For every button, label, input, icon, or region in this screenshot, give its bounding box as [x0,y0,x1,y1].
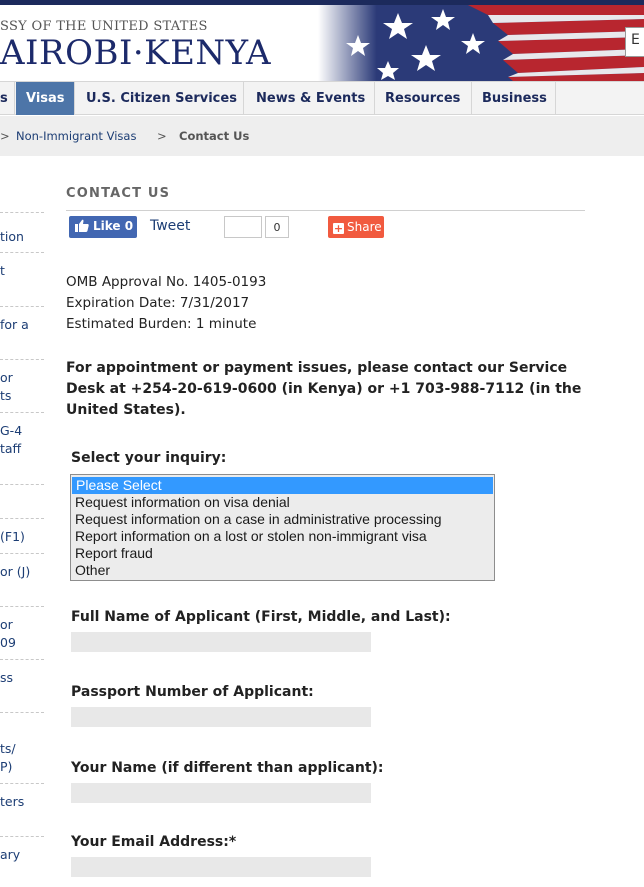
breadcrumb-current: Contact Us [179,129,250,143]
sidebar-item[interactable]: tion [0,229,24,244]
sidebar-divider [0,606,44,607]
sidebar-item[interactable]: or (J) [0,564,30,579]
nav-item-news-events[interactable]: News & Events [244,82,375,115]
service-desk-notice: For appointment or payment issues, pleas… [66,360,582,418]
sidebar-divider [0,553,44,554]
nav-item-business[interactable]: Business [472,82,556,115]
page-title: CONTACT US [66,186,171,201]
share-count: 0 [265,216,289,238]
sidebar-item[interactable]: or [0,617,13,632]
sidebar-divider [0,359,44,360]
search-input[interactable]: E [625,27,644,57]
thumbs-up-icon [75,219,89,232]
inquiry-option[interactable]: Report fraud [71,545,494,562]
sidebar-divider [0,712,44,713]
sidebar-item[interactable]: ts [0,388,11,403]
sidebar-divider [0,412,44,413]
nav-item-partial[interactable]: s [0,82,15,115]
sidebar-divider [0,836,44,837]
inquiry-option[interactable]: Other [71,562,494,579]
sidebar-item[interactable]: ters [0,794,24,809]
breadcrumb: > Non-Immigrant Visas > Contact Us [0,116,644,156]
sidebar-divider [0,659,44,660]
sidebar-item[interactable]: ss [0,670,13,685]
sidebar-item[interactable]: ary [0,847,20,862]
facebook-like-label: Like 0 [93,219,134,233]
title-divider [66,210,585,211]
sidebar-divider [0,252,44,253]
sidebar-item[interactable]: P) [0,759,12,774]
breadcrumb-non-immigrant-visas[interactable]: Non-Immigrant Visas [16,129,136,143]
sidebar-divider [0,306,44,307]
your-name-input[interactable] [71,783,371,803]
sidebar-item[interactable]: taff [0,441,21,456]
us-flag-banner [318,5,644,81]
share-count-box [224,216,262,238]
tweet-button[interactable]: Tweet [150,218,190,234]
inquiry-label: Select your inquiry: [71,450,227,466]
plus-icon: + [333,222,344,235]
full-name-input[interactable] [71,632,371,652]
nav-item-us-citizen-services[interactable]: U.S. Citizen Services [75,82,244,115]
share-button[interactable]: + Share [328,216,384,238]
embassy-subtitle: SSY OF THE UNITED STATES [0,19,208,34]
full-name-label: Full Name of Applicant (First, Middle, a… [71,609,451,625]
share-label: Share [347,220,382,234]
breadcrumb-separator: > [157,129,167,143]
facebook-like-button[interactable]: Like 0 [69,216,137,238]
breadcrumb-separator: > [0,129,10,143]
nav-item-resources[interactable]: Resources [375,82,472,115]
email-input[interactable] [71,857,371,877]
sidebar-item[interactable]: (F1) [0,529,25,544]
sidebar-item[interactable]: or [0,370,13,385]
site-header: SSY OF THE UNITED STATES AIROBI·KENYA E [0,5,644,81]
sidebar-divider [0,783,44,784]
nav-item-visas[interactable]: Visas [16,82,75,115]
your-name-label: Your Name (if different than applicant): [71,760,384,776]
sidebar-divider [0,484,44,485]
site-title[interactable]: AIROBI·KENYA [0,33,271,73]
inquiry-option[interactable]: Please Select [72,477,493,494]
omb-burden: Estimated Burden: 1 minute [66,316,257,332]
sidebar-item[interactable]: 09 [0,635,16,650]
sidebar-item[interactable]: for a [0,317,29,332]
sidebar-item[interactable]: G-4 [0,423,22,438]
passport-label: Passport Number of Applicant: [71,684,314,700]
sidebar-divider [0,212,44,213]
main-nav: s Visas U.S. Citizen Services News & Eve… [0,81,644,115]
inquiry-select[interactable]: Please Select Request information on visa… [70,474,495,581]
sidebar-item[interactable]: t [0,263,5,278]
inquiry-option[interactable]: Request information on a case in adminis… [71,511,494,528]
sidebar-item[interactable]: ts/ [0,741,16,756]
inquiry-option[interactable]: Report information on a lost or stolen n… [71,528,494,545]
omb-approval: OMB Approval No. 1405-0193 [66,274,267,290]
passport-input[interactable] [71,707,371,727]
email-label: Your Email Address:* [71,834,237,850]
inquiry-option[interactable]: Request information on visa denial [71,494,494,511]
omb-expiration: Expiration Date: 7/31/2017 [66,295,250,311]
sidebar-divider [0,518,44,519]
